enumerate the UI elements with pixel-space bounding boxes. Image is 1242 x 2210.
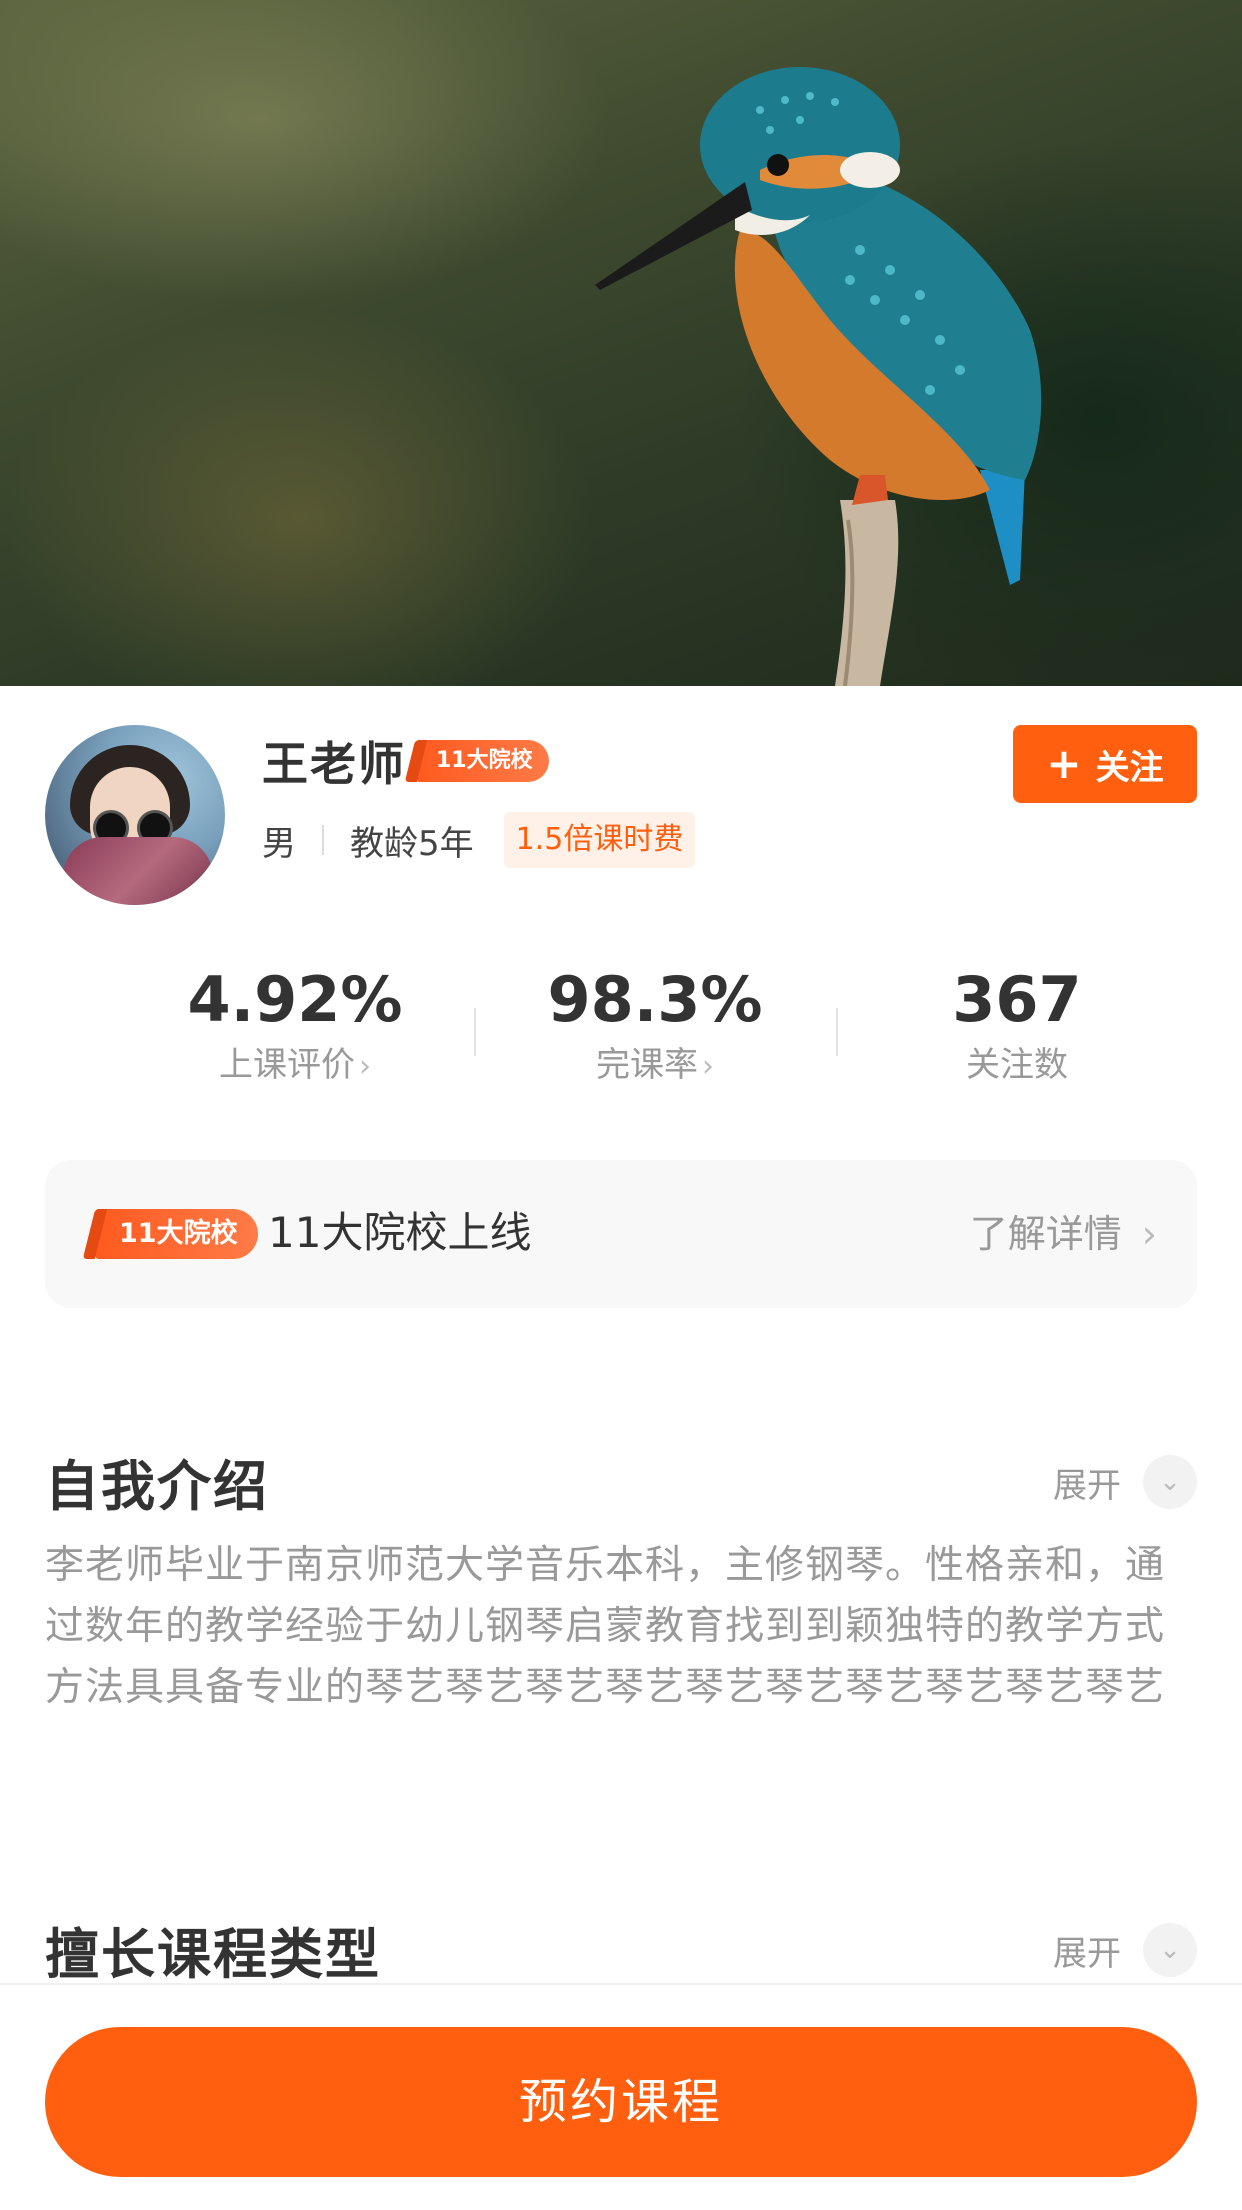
promo-more-link[interactable]: 了解详情 ›	[970, 1208, 1157, 1260]
stat-completion[interactable]: 98.3% 完课率 ›	[505, 960, 805, 1092]
stat-rating-label-row: 上课评价 ›	[145, 1040, 445, 1092]
promo-banner[interactable]: 11大院校 11大院校上线 了解详情 ›	[45, 1160, 1197, 1308]
courses-section-title: 擅长课程类型	[45, 1923, 381, 1986]
teacher-meta: 男 教龄5年 1.5倍课时费	[262, 812, 696, 868]
meta-divider	[322, 825, 324, 855]
stat-rating[interactable]: 4.92% 上课评价 ›	[145, 960, 445, 1092]
bottom-action-bar: 预约课程	[0, 1983, 1242, 2210]
intro-expand-label: 展开	[1053, 1465, 1121, 1506]
promo-more-label: 了解详情	[969, 1212, 1122, 1256]
stats-row: 4.92% 上课评价 › 98.3% 完课率 › 367 关注数	[0, 960, 1242, 1100]
school-badge: 11大院校	[416, 740, 549, 782]
plus-icon: +	[1046, 739, 1082, 788]
follow-label: 关注	[1095, 747, 1164, 788]
gender-label: 男	[262, 823, 296, 864]
courses-expand-label: 展开	[1053, 1933, 1121, 1974]
teacher-name: 王老师	[262, 737, 406, 791]
courses-expand-button[interactable]: 展开 ⌄	[1053, 1923, 1197, 1977]
follow-button[interactable]: + 关注	[1013, 725, 1197, 803]
avatar-scarf	[63, 837, 213, 905]
stat-rating-label: 上课评价	[219, 1045, 355, 1085]
stat-followers-label: 关注数	[966, 1045, 1068, 1085]
stat-divider	[474, 1008, 476, 1056]
intro-expand-button[interactable]: 展开 ⌄	[1053, 1455, 1197, 1509]
fee-badge: 1.5倍课时费	[503, 812, 696, 868]
stat-completion-label: 完课率	[596, 1045, 698, 1085]
chevron-down-icon: ⌄	[1143, 1455, 1197, 1509]
kingfisher-illustration	[595, 67, 1042, 686]
book-course-button[interactable]: 预约课程	[45, 2027, 1197, 2177]
chevron-right-icon: ›	[359, 1049, 371, 1084]
stat-rating-value: 4.92%	[187, 963, 403, 1036]
intro-section-title: 自我介绍	[45, 1455, 269, 1518]
stat-completion-label-row: 完课率 ›	[505, 1040, 805, 1092]
stat-divider	[836, 1008, 838, 1056]
stat-completion-value: 98.3%	[547, 963, 763, 1036]
stat-followers-value: 367	[952, 963, 1082, 1036]
stat-followers: 367 关注数	[867, 960, 1167, 1090]
intro-text: 李老师毕业于南京师范大学音乐本科，主修钢琴。性格亲和，通过数年的教学经验于幼儿钢…	[45, 1543, 1166, 1710]
chevron-right-icon: ›	[702, 1049, 714, 1084]
chevron-right-icon: ›	[1141, 1212, 1157, 1256]
promo-school-badge: 11大院校	[95, 1209, 258, 1259]
promo-title: 11大院校上线	[268, 1208, 532, 1257]
teaching-years: 教龄5年	[350, 823, 474, 864]
chevron-down-icon: ⌄	[1143, 1923, 1197, 1977]
teacher-avatar[interactable]	[45, 725, 225, 905]
hero-image	[0, 0, 1242, 686]
